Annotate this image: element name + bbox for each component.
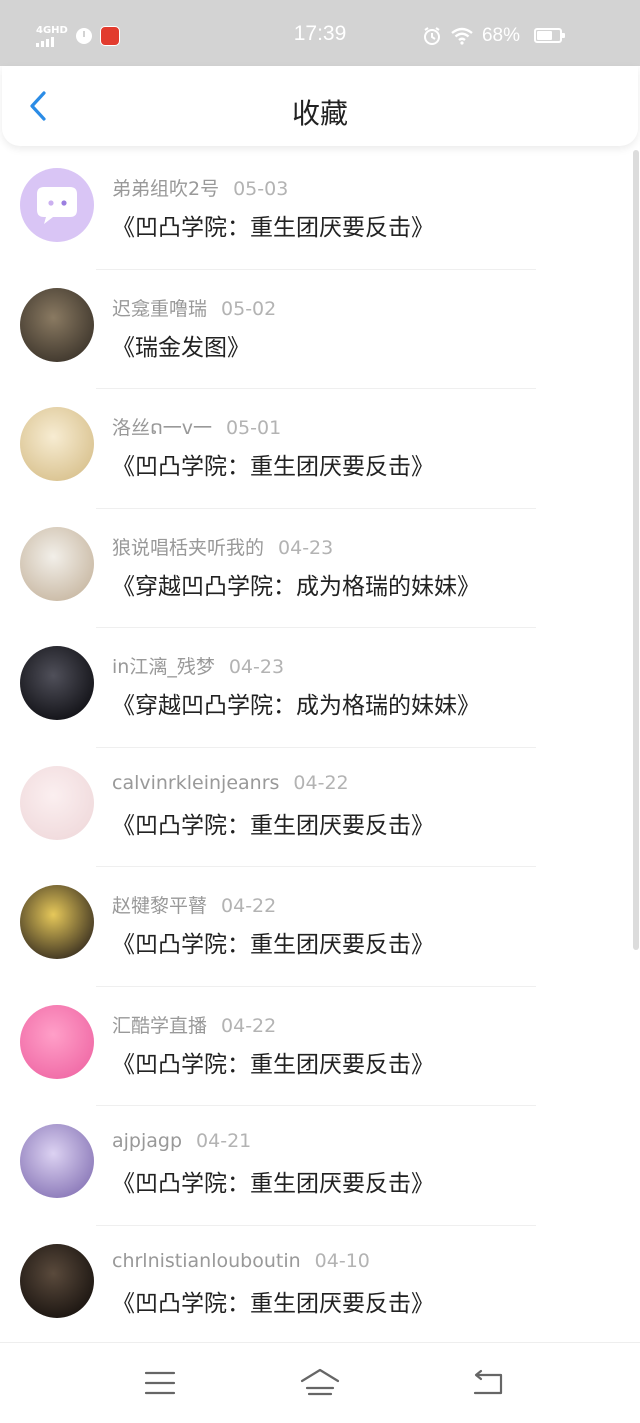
- favorite-meta: chrlnistianlouboutin 04-10: [112, 1250, 370, 1272]
- favorite-title[interactable]: 《穿越凹凸学院：成为格瑞的妹妹》: [112, 686, 480, 720]
- author-name[interactable]: calvinrkleinjeanrs: [112, 772, 279, 794]
- avatar[interactable]: [20, 646, 94, 720]
- favorite-meta: 赵犍黎平瞽 04-22: [112, 891, 276, 918]
- author-name[interactable]: 弟弟组吹2号: [112, 178, 219, 200]
- home-icon: [300, 1368, 340, 1396]
- favorite-meta: 迟龛重噜瑞 05-02: [112, 294, 276, 321]
- favorite-item[interactable]: 弟弟组吹2号 05-03 《凹凸学院：重生团厌要反击》: [0, 150, 632, 270]
- author-name[interactable]: 汇酷学直播: [112, 1015, 207, 1037]
- favorite-meta: ajpjagp 04-21: [112, 1130, 251, 1152]
- favorites-list[interactable]: 弟弟组吹2号 05-03 《凹凸学院：重生团厌要反击》 迟龛重噜瑞 05-02 《瑞金发图…: [0, 150, 632, 1340]
- avatar[interactable]: [20, 1004, 94, 1079]
- header: 收藏: [2, 66, 638, 146]
- post-date: 04-22: [221, 1014, 277, 1037]
- alarm-clock-icon: [422, 26, 442, 46]
- back-icon: [473, 1369, 503, 1395]
- favorite-item[interactable]: 迟龛重噜瑞 05-02 《瑞金发图》: [0, 270, 632, 389]
- author-name[interactable]: 狼说唱栝夹听我的: [112, 537, 264, 559]
- post-date: 05-02: [221, 297, 277, 320]
- avatar[interactable]: [20, 287, 94, 362]
- post-date: 04-22: [293, 771, 349, 794]
- menu-button[interactable]: [136, 1365, 184, 1401]
- avatar[interactable]: [20, 407, 94, 481]
- favorite-item[interactable]: ajpjagp 04-21 《凹凸学院：重生团厌要反击》: [0, 1106, 632, 1226]
- post-date: 04-23: [278, 536, 334, 559]
- favorite-item[interactable]: calvinrkleinjeanrs 04-22 《凹凸学院：重生团厌要反击》: [0, 748, 632, 867]
- system-nav-bar: [0, 1342, 640, 1423]
- favorite-item[interactable]: 赵犍黎平瞽 04-22 《凹凸学院：重生团厌要反击》: [0, 867, 632, 987]
- battery-percent: 68%: [481, 25, 520, 46]
- author-name[interactable]: chrlnistianlouboutin: [112, 1250, 301, 1272]
- post-date: 04-21: [196, 1130, 252, 1152]
- author-name[interactable]: ajpjagp: [112, 1130, 182, 1152]
- favorite-title[interactable]: 《凹凸学院：重生团厌要反击》: [112, 208, 434, 242]
- home-button[interactable]: [296, 1365, 344, 1401]
- favorite-item[interactable]: chrlnistianlouboutin 04-10 《凹凸学院：重生团厌要反击》: [0, 1226, 632, 1341]
- favorite-meta: calvinrkleinjeanrs 04-22: [112, 772, 349, 794]
- page-title: 收藏: [291, 97, 348, 130]
- favorite-item[interactable]: in江漓_残梦 04-23 《穿越凹凸学院：成为格瑞的妹妹》: [0, 628, 632, 748]
- favorite-item[interactable]: 洛丝ດ一v一 05-01 《凹凸学院：重生团厌要反击》: [0, 389, 632, 509]
- favorite-title[interactable]: 《凹凸学院：重生团厌要反击》: [112, 447, 434, 481]
- favorite-title[interactable]: 《凹凸学院：重生团厌要反击》: [112, 1284, 434, 1318]
- favorite-meta: in江漓_残梦 04-23: [112, 652, 284, 679]
- post-date: 04-22: [221, 895, 277, 917]
- author-name[interactable]: in江漓_残梦: [112, 656, 215, 678]
- favorite-title[interactable]: 《穿越凹凸学院：成为格瑞的妹妹》: [112, 567, 480, 601]
- favorite-title[interactable]: 《凹凸学院：重生团厌要反击》: [112, 806, 434, 840]
- avatar[interactable]: [20, 885, 94, 959]
- avatar[interactable]: [20, 168, 94, 242]
- favorite-meta: 汇酷学直播 04-22: [112, 1011, 276, 1038]
- favorite-meta: 弟弟组吹2号 05-03: [112, 174, 288, 201]
- battery-icon: [534, 28, 565, 43]
- favorite-title[interactable]: 《瑞金发图》: [112, 328, 250, 362]
- favorite-item[interactable]: 汇酷学直播 04-22 《凹凸学院：重生团厌要反击》: [0, 987, 632, 1106]
- avatar[interactable]: [20, 526, 94, 601]
- author-name[interactable]: 赵犍黎平瞽: [112, 895, 207, 917]
- author-name[interactable]: 迟龛重噜瑞: [112, 298, 207, 320]
- author-name[interactable]: 洛丝ດ一v一: [112, 417, 212, 439]
- menu-icon: [144, 1371, 176, 1395]
- favorite-item[interactable]: 狼说唱栝夹听我的 04-23 《穿越凹凸学院：成为格瑞的妹妹》: [0, 509, 632, 628]
- post-date: 04-10: [314, 1249, 370, 1272]
- avatar[interactable]: [20, 1124, 94, 1198]
- back-nav-button[interactable]: [464, 1365, 512, 1401]
- favorite-title[interactable]: 《凹凸学院：重生团厌要反击》: [112, 1164, 434, 1198]
- scrollbar[interactable]: [633, 150, 639, 950]
- post-date: 05-01: [225, 417, 282, 439]
- avatar[interactable]: [20, 1243, 94, 1318]
- favorite-title[interactable]: 《凹凸学院：重生团厌要反击》: [112, 1045, 434, 1079]
- favorite-meta: 狼说唱栝夹听我的 04-23: [112, 533, 333, 560]
- status-bar: 4GHD 17:39 68%: [0, 0, 640, 66]
- chat-bubble-icon: [37, 187, 77, 224]
- wifi-icon: [450, 27, 474, 45]
- post-date: 05-03: [233, 178, 289, 200]
- avatar[interactable]: [20, 765, 94, 840]
- favorite-meta: 洛丝ດ一v一 05-01: [112, 413, 281, 440]
- post-date: 04-23: [228, 656, 285, 678]
- favorite-title[interactable]: 《凹凸学院：重生团厌要反击》: [112, 925, 434, 959]
